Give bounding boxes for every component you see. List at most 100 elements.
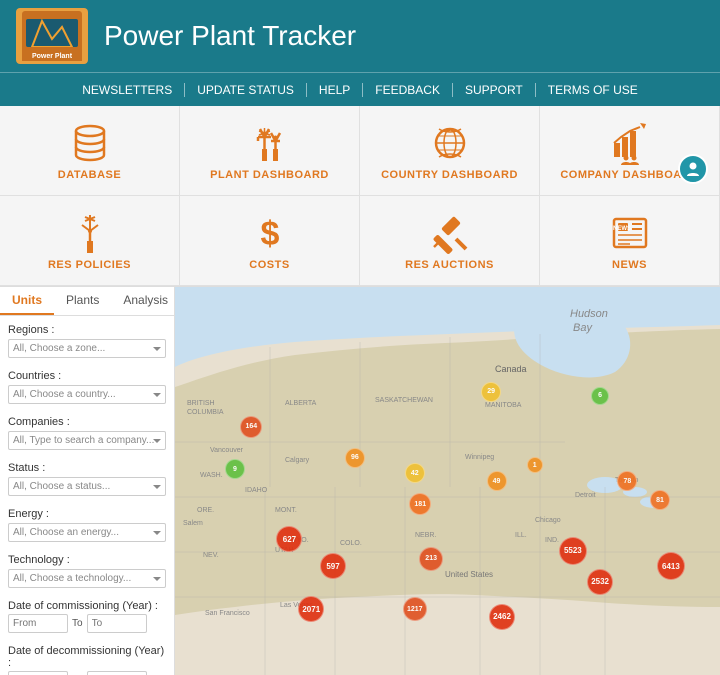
- plant-dashboard-label: PLANT DASHBOARD: [210, 169, 329, 181]
- map-marker[interactable]: 2532: [587, 569, 613, 595]
- countries-select[interactable]: All, Choose a country...: [8, 385, 166, 404]
- energy-label: Energy :: [8, 508, 166, 520]
- costs-label: COSTS: [249, 259, 289, 271]
- nav-newsletters[interactable]: NEWSLETTERS: [70, 83, 185, 97]
- database-icon: [68, 121, 112, 165]
- svg-text:BRITISH: BRITISH: [187, 400, 215, 407]
- news-cell[interactable]: NEWS NEWS: [540, 196, 720, 286]
- technology-filter: Technology : All, Choose a technology...: [0, 546, 174, 592]
- to-label-1: To: [72, 618, 83, 629]
- map-marker[interactable]: 627: [276, 526, 302, 552]
- map-marker[interactable]: 1217: [403, 597, 427, 621]
- svg-text:IDAHO: IDAHO: [245, 487, 268, 494]
- map-marker[interactable]: 164: [240, 416, 262, 438]
- sidebar: Units Plants Analysis Regions : All, Cho…: [0, 287, 175, 675]
- costs-icon: $: [248, 211, 292, 255]
- tab-analysis[interactable]: Analysis: [111, 287, 175, 315]
- regions-label: Regions :: [8, 324, 166, 336]
- svg-text:San Francisco: San Francisco: [205, 610, 250, 617]
- costs-cell[interactable]: $ COSTS: [180, 196, 360, 286]
- tab-units[interactable]: Units: [0, 287, 54, 315]
- svg-text:Canada: Canada: [495, 364, 527, 374]
- status-filter: Status : All, Choose a status...: [0, 454, 174, 500]
- news-icon: NEWS: [608, 211, 652, 255]
- res-auctions-icon: [428, 211, 472, 255]
- svg-text:Chicago: Chicago: [535, 517, 561, 524]
- country-dashboard-label: COUNTRY DASHBOARD: [381, 169, 518, 181]
- commissioning-label: Date of commissioning (Year) :: [8, 600, 166, 612]
- nav-help[interactable]: HELP: [307, 83, 363, 97]
- svg-text:NEBR.: NEBR.: [415, 532, 436, 539]
- map-marker[interactable]: 78: [617, 471, 637, 491]
- news-label: NEWS: [612, 259, 647, 271]
- res-policies-label: RES POLICIES: [48, 259, 131, 271]
- tab-plants[interactable]: Plants: [54, 287, 111, 315]
- map-marker[interactable]: 29: [481, 382, 501, 402]
- plant-icon: [248, 121, 292, 165]
- map-marker[interactable]: 1: [527, 457, 543, 473]
- map-marker[interactable]: 42: [405, 463, 425, 483]
- svg-text:MANITOBA: MANITOBA: [485, 402, 522, 409]
- map-area[interactable]: Hudson Bay Canada BRITISH COLUMBIA ALBER…: [175, 287, 720, 675]
- svg-text:Salem: Salem: [183, 520, 203, 527]
- map-marker[interactable]: 181: [409, 493, 431, 515]
- app-title: Power Plant Tracker: [104, 20, 356, 52]
- decommissioning-to[interactable]: [87, 671, 147, 675]
- map-marker[interactable]: 6413: [657, 552, 685, 580]
- companies-select[interactable]: All, Type to search a company...: [8, 431, 166, 450]
- svg-text:ILL.: ILL.: [515, 532, 527, 539]
- svg-text:COLO.: COLO.: [340, 540, 362, 547]
- map-marker[interactable]: 9: [225, 459, 245, 479]
- decommissioning-label: Date of decommissioning (Year) :: [8, 645, 166, 669]
- logo[interactable]: Power Plant: [16, 8, 88, 64]
- database-cell[interactable]: DATABASE: [0, 106, 180, 196]
- svg-text:Vancouver: Vancouver: [210, 447, 244, 454]
- decommissioning-filter: Date of decommissioning (Year) : To: [0, 637, 174, 675]
- header: Power Plant Power Plant Tracker: [0, 0, 720, 72]
- nav-support[interactable]: SUPPORT: [453, 83, 536, 97]
- svg-text:ALBERTA: ALBERTA: [285, 400, 317, 407]
- icon-grid: DATABASE PLANT DASHBOARD: [0, 106, 720, 287]
- commissioning-from[interactable]: [8, 614, 68, 633]
- energy-select[interactable]: All, Choose an energy...: [8, 523, 166, 542]
- plant-dashboard-cell[interactable]: PLANT DASHBOARD: [180, 106, 360, 196]
- technology-select[interactable]: All, Choose a technology...: [8, 569, 166, 588]
- map-marker[interactable]: 96: [345, 448, 365, 468]
- map-marker[interactable]: 6: [591, 387, 609, 405]
- svg-text:IND.: IND.: [545, 537, 559, 544]
- map-marker[interactable]: 2462: [489, 604, 515, 630]
- country-dashboard-cell[interactable]: COUNTRY DASHBOARD: [360, 106, 540, 196]
- nav-terms[interactable]: TERMS OF USE: [536, 83, 650, 97]
- nav-feedback[interactable]: FEEDBACK: [363, 83, 453, 97]
- user-avatar[interactable]: [678, 154, 708, 184]
- res-auctions-cell[interactable]: RES AUCTIONS: [360, 196, 540, 286]
- map-marker[interactable]: 5523: [559, 537, 587, 565]
- decommissioning-from[interactable]: [8, 671, 68, 675]
- svg-text:ORE.: ORE.: [197, 507, 214, 514]
- res-policies-cell[interactable]: RES POLICIES: [0, 196, 180, 286]
- svg-text:COLUMBIA: COLUMBIA: [187, 409, 224, 416]
- country-icon: [428, 121, 472, 165]
- regions-select[interactable]: All, Choose a zone...: [8, 339, 166, 358]
- svg-text:MONT.: MONT.: [275, 507, 297, 514]
- map-marker[interactable]: 597: [320, 553, 346, 579]
- companies-filter: Companies : All, Type to search a compan…: [0, 408, 174, 454]
- status-select[interactable]: All, Choose a status...: [8, 477, 166, 496]
- map-marker[interactable]: 81: [650, 490, 670, 510]
- svg-text:NEWS: NEWS: [613, 226, 631, 232]
- svg-text:$: $: [260, 215, 279, 253]
- map-marker[interactable]: 49: [487, 471, 507, 491]
- map-marker[interactable]: 213: [419, 547, 443, 571]
- energy-filter: Energy : All, Choose an energy...: [0, 500, 174, 546]
- svg-text:Detroit: Detroit: [575, 492, 596, 499]
- main-content: Units Plants Analysis Regions : All, Cho…: [0, 287, 720, 675]
- countries-filter: Countries : All, Choose a country...: [0, 362, 174, 408]
- svg-text:WASH.: WASH.: [200, 472, 223, 479]
- nav-update-status[interactable]: UPDATE STATUS: [185, 83, 307, 97]
- countries-label: Countries :: [8, 370, 166, 382]
- technology-label: Technology :: [8, 554, 166, 566]
- svg-text:NEV.: NEV.: [203, 552, 219, 559]
- svg-text:Bay: Bay: [573, 322, 593, 334]
- commissioning-to[interactable]: [87, 614, 147, 633]
- company-icon: [608, 121, 652, 165]
